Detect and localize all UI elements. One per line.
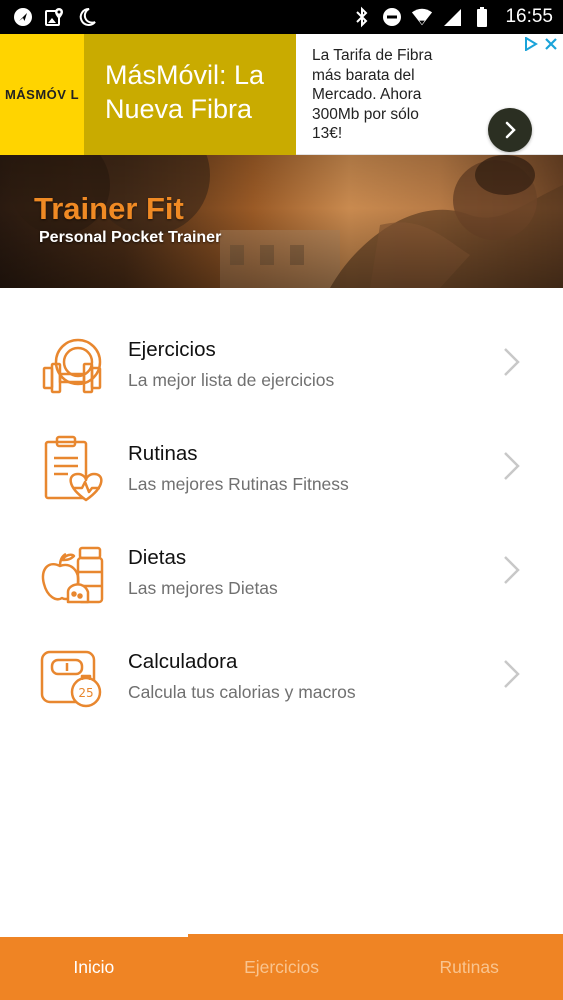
menu-item-ejercicios[interactable]: Ejercicios La mejor lista de ejercicios <box>0 310 563 414</box>
app-title: Trainer Fit <box>34 191 184 226</box>
ad-copy-line: Mercado. Ahora <box>312 86 422 103</box>
ad-headline-line-1: MásMóvil: La <box>105 60 265 90</box>
dumbbell-icon <box>42 338 102 394</box>
menu-item-subtitle: Las mejores Dietas <box>128 578 278 598</box>
bluetooth-icon <box>351 6 373 28</box>
menu-item-subtitle: Calcula tus calorias y macros <box>128 682 356 702</box>
navigation-icon <box>12 6 34 28</box>
app-subtitle: Personal Pocket Trainer <box>39 229 222 246</box>
ad-choices[interactable] <box>524 37 558 51</box>
status-left-icons <box>12 6 98 28</box>
ad-banner[interactable]: MÁSMÓV L MásMóvil: La Nueva Fibra La Tar… <box>0 34 563 155</box>
hero-banner: Trainer Fit Personal Pocket Trainer <box>0 155 563 288</box>
ad-logo: MÁSMÓV L <box>0 34 84 155</box>
close-icon[interactable] <box>544 37 558 51</box>
menu-item-title: Ejercicios <box>128 338 216 361</box>
tab-inicio[interactable]: Inicio <box>0 934 188 1000</box>
signal-icon <box>441 6 463 28</box>
menu-item-subtitle: Las mejores Rutinas Fitness <box>128 474 349 494</box>
ad-headline-line-2: Nueva Fibra <box>105 94 253 124</box>
minus-circle-icon <box>381 6 403 28</box>
scale-icon: 25 <box>40 650 102 708</box>
app-screen: 16:55 MÁSMÓV L MásMóvil: La Nueva Fibra … <box>0 0 563 1000</box>
status-time: 16:55 <box>505 6 553 27</box>
ad-open-button[interactable] <box>488 108 532 152</box>
tab-rutinas[interactable]: Rutinas <box>375 934 563 1000</box>
chevron-right-icon <box>505 121 516 139</box>
ad-copy-line: 13€! <box>312 125 343 142</box>
ad-headline: MásMóvil: La Nueva Fibra <box>84 34 296 155</box>
chevron-right-icon <box>504 660 520 688</box>
menu-item-title: Dietas <box>128 546 187 569</box>
gallery-location-icon <box>44 6 66 28</box>
svg-text:25: 25 <box>78 686 93 700</box>
status-bar: 16:55 <box>0 0 563 34</box>
menu-item-subtitle: La mejor lista de ejercicios <box>128 370 335 390</box>
ad-logo-text: MÁSMÓV L <box>4 87 80 102</box>
ad-copy-line: 300Mb por sólo <box>312 105 419 123</box>
tab-ejercicios[interactable]: Ejercicios <box>188 934 376 1000</box>
ad-copy-line: La Tarifa de Fibra <box>312 47 433 64</box>
battery-icon <box>471 6 493 28</box>
wifi-icon <box>411 6 433 28</box>
clipboard-heart-icon <box>44 435 103 502</box>
ad-copy-line: más barata del <box>312 66 415 84</box>
status-right-icons: 16:55 <box>351 6 553 28</box>
do-not-disturb-moon-icon <box>76 6 98 28</box>
ad-choices-icon[interactable] <box>524 37 538 51</box>
chevron-right-icon <box>504 556 520 584</box>
ad-copy: La Tarifa de Fibra más barata del Mercad… <box>312 46 472 144</box>
menu-item-title: Calculadora <box>128 650 238 673</box>
menu-item-title: Rutinas <box>128 442 198 465</box>
chevron-right-icon <box>504 348 520 376</box>
menu-item-rutinas[interactable]: Rutinas Las mejores Rutinas Fitness <box>0 414 563 518</box>
food-supplements-icon <box>41 546 104 604</box>
menu-item-dietas[interactable]: Dietas Las mejores Dietas <box>0 518 563 622</box>
bottom-navigation: Inicio Ejercicios Rutinas <box>0 934 563 1000</box>
menu-item-calculadora[interactable]: 25 Calculadora Calcula tus calorias y ma… <box>0 622 563 726</box>
chevron-right-icon <box>504 452 520 480</box>
